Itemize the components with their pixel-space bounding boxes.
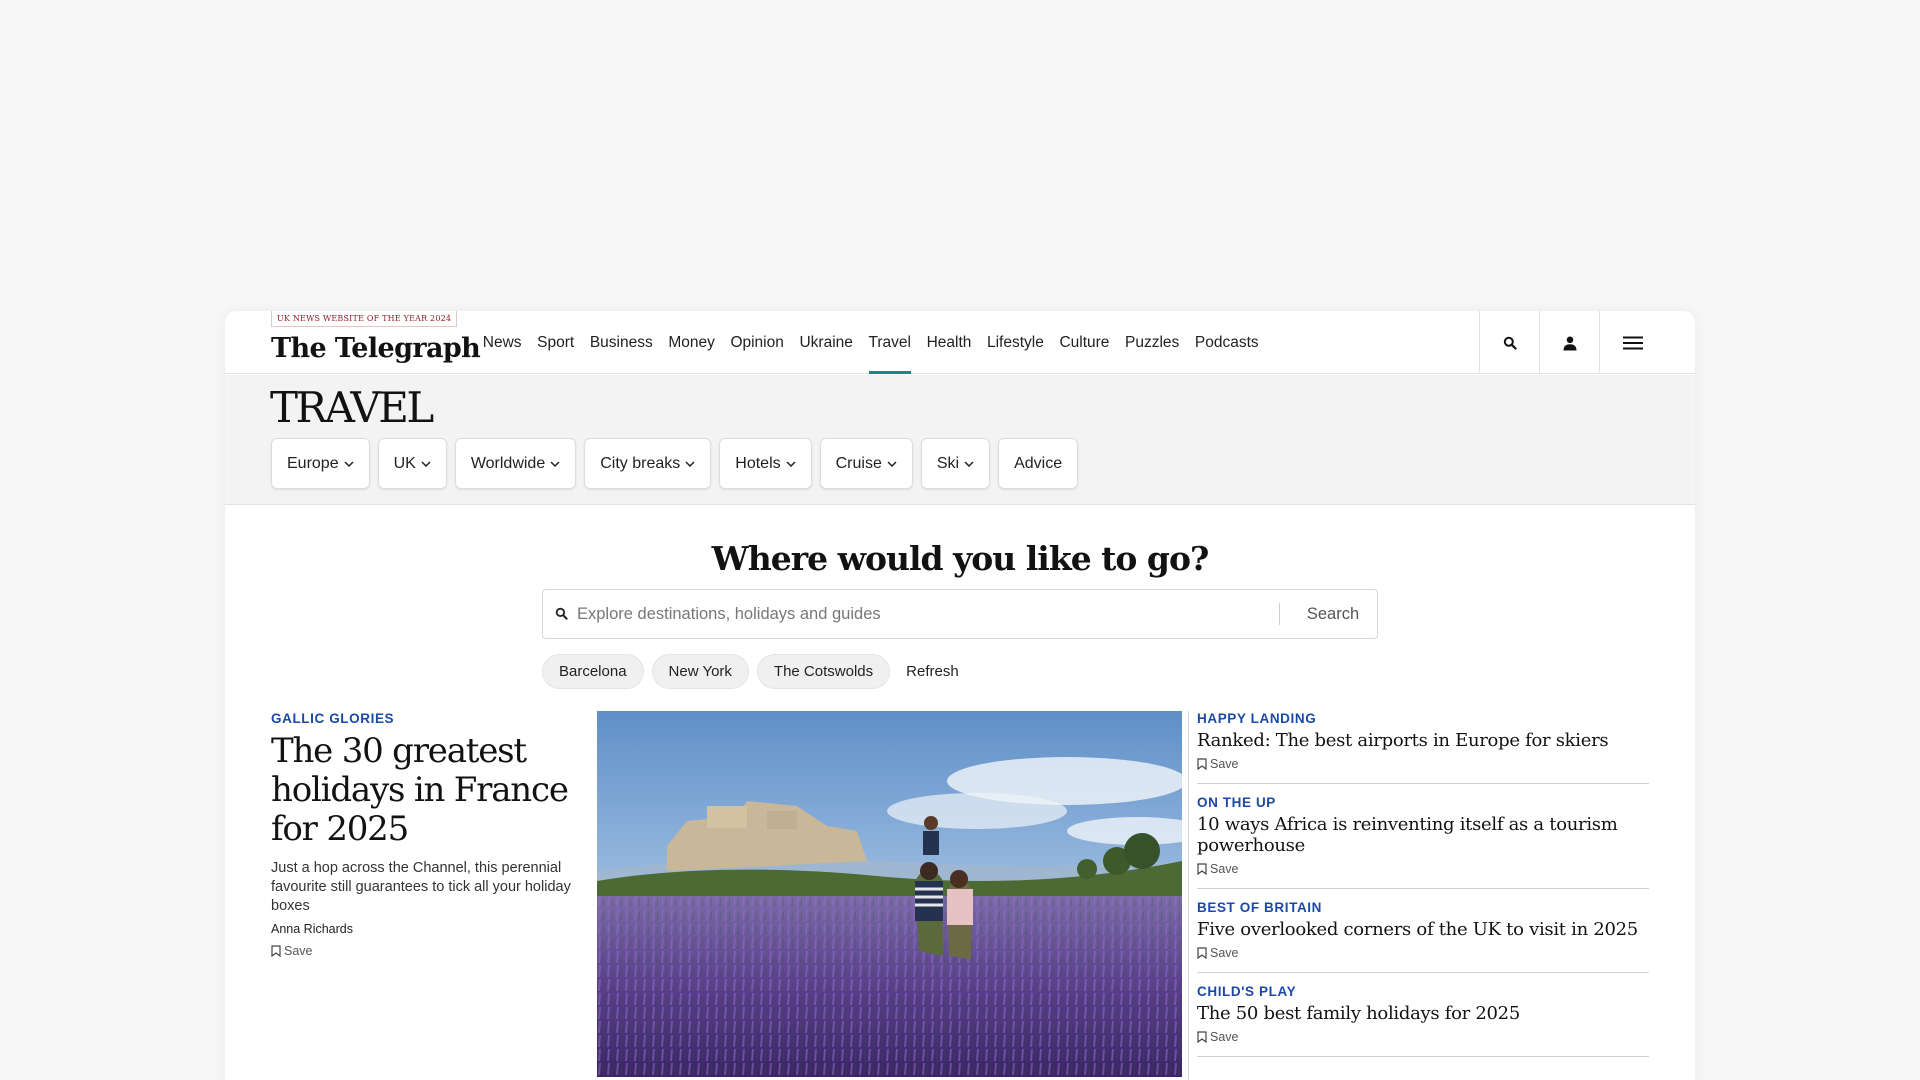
side-story: ON THE UP 10 ways Africa is reinventing …	[1197, 795, 1649, 889]
subnav-uk[interactable]: UK	[377, 438, 447, 489]
nav-item-lifestyle[interactable]: Lifestyle	[979, 311, 1051, 374]
side-story-headline[interactable]: 10 ways Africa is reinventing itself as …	[1197, 814, 1649, 856]
chevron-down-icon	[964, 460, 974, 467]
chevron-down-icon	[550, 460, 560, 467]
lavender-field-photo	[597, 711, 1182, 1077]
search-input[interactable]	[577, 590, 1277, 638]
side-story-headline[interactable]: Ranked: The best airports in Europe for …	[1197, 730, 1649, 751]
search-icon	[555, 607, 568, 620]
story-kicker: CHILD'S PLAY	[1197, 984, 1297, 999]
subnav-label: Ski	[936, 455, 960, 472]
subnav-label: Worldwide	[470, 455, 546, 472]
suggestion-chip-cotswolds[interactable]: The Cotswolds	[756, 654, 891, 689]
subnav-label: UK	[393, 455, 416, 472]
search-divider	[1279, 603, 1280, 625]
column-divider	[1188, 711, 1189, 1080]
suggestion-chip-barcelona[interactable]: Barcelona	[542, 654, 644, 689]
subnav-advice[interactable]: Advice	[998, 438, 1079, 489]
telegraph-logo[interactable]: The Telegraph	[271, 333, 481, 364]
search-button[interactable]	[1479, 311, 1539, 374]
bookmark-icon	[1197, 1031, 1207, 1043]
bookmark-icon	[1197, 863, 1207, 875]
save-label: Save	[1210, 862, 1239, 876]
nav-item-health[interactable]: Health	[919, 311, 979, 374]
bookmark-icon	[1197, 947, 1207, 959]
subnav-label: Advice	[1014, 455, 1063, 472]
section-header: TRAVEL Europe UK Worldwide City breaks H…	[225, 375, 1695, 505]
section-title: TRAVEL	[270, 383, 434, 432]
bookmark-icon	[1197, 758, 1207, 770]
side-story-headline[interactable]: The 50 best family holidays for 2025	[1197, 1003, 1649, 1024]
subnav-europe[interactable]: Europe	[271, 438, 370, 489]
search-headline: Where would you like to go?	[711, 539, 1210, 578]
save-button[interactable]: Save	[271, 944, 586, 958]
lead-story: GALLIC GLORIES The 30 greatest holidays …	[271, 711, 586, 958]
subnav-label: City breaks	[600, 455, 681, 472]
menu-icon	[1622, 336, 1643, 349]
subnav-cruise[interactable]: Cruise	[819, 438, 913, 489]
nav-item-news[interactable]: News	[475, 311, 529, 374]
save-label: Save	[1210, 946, 1239, 960]
lead-story-headline[interactable]: The 30 greatest holidays in France for 2…	[271, 732, 586, 849]
subnav-worldwide[interactable]: Worldwide	[454, 438, 577, 489]
chevron-down-icon	[344, 460, 354, 467]
menu-button[interactable]	[1599, 311, 1665, 374]
page-card: UK NEWS WEBSITE OF THE YEAR 2024 The Tel…	[225, 311, 1695, 1080]
chevron-down-icon	[786, 460, 796, 467]
bookmark-icon	[271, 945, 281, 957]
lead-story-author[interactable]: Anna Richards	[271, 922, 586, 936]
save-button[interactable]: Save	[1197, 862, 1649, 876]
lead-story-summary: Just a hop across the Channel, this pere…	[271, 860, 571, 914]
story-kicker: GALLIC GLORIES	[271, 711, 395, 726]
section-subnav: Europe UK Worldwide City breaks Hotels C…	[271, 438, 1079, 489]
main-nav: News Sport Business Money Opinion Ukrain…	[475, 311, 1266, 374]
chevron-down-icon	[421, 460, 431, 467]
subnav-label: Europe	[287, 455, 339, 472]
nav-item-culture[interactable]: Culture	[1052, 311, 1118, 374]
chevron-down-icon	[887, 460, 897, 467]
chevron-down-icon	[685, 460, 695, 467]
suggestion-chip-new-york[interactable]: New York	[651, 654, 749, 689]
account-button[interactable]	[1539, 311, 1599, 374]
suggestion-chips: Barcelona New York The Cotswolds Refresh	[542, 654, 967, 689]
top-navigation-bar: UK NEWS WEBSITE OF THE YEAR 2024 The Tel…	[225, 311, 1695, 374]
subnav-city-breaks[interactable]: City breaks	[584, 438, 712, 489]
subnav-hotels[interactable]: Hotels	[719, 438, 812, 489]
award-banner: UK NEWS WEBSITE OF THE YEAR 2024	[271, 311, 458, 327]
save-label: Save	[1210, 1030, 1239, 1044]
nav-item-puzzles[interactable]: Puzzles	[1117, 311, 1187, 374]
search-submit-button[interactable]: Search	[1288, 590, 1378, 638]
save-button[interactable]: Save	[1197, 1030, 1649, 1044]
subnav-label: Hotels	[735, 455, 781, 472]
nav-item-ukraine[interactable]: Ukraine	[792, 311, 861, 374]
lead-story-image[interactable]	[597, 711, 1182, 1077]
story-kicker: BEST OF BRITAIN	[1197, 900, 1322, 915]
refresh-suggestions-button[interactable]: Refresh	[898, 654, 967, 689]
save-label: Save	[284, 944, 313, 958]
side-story: BEST OF BRITAIN Five overlooked corners …	[1197, 900, 1649, 973]
subnav-label: Cruise	[835, 455, 882, 472]
search-icon	[1503, 336, 1517, 350]
side-story-headline[interactable]: Five overlooked corners of the UK to vis…	[1197, 919, 1649, 940]
nav-item-podcasts[interactable]: Podcasts	[1187, 311, 1266, 374]
nav-item-sport[interactable]: Sport	[529, 311, 582, 374]
nav-item-travel[interactable]: Travel	[861, 311, 919, 374]
nav-item-business[interactable]: Business	[582, 311, 661, 374]
side-story: HAPPY LANDING Ranked: The best airports …	[1197, 711, 1649, 784]
subnav-ski[interactable]: Ski	[920, 438, 991, 489]
save-button[interactable]: Save	[1197, 946, 1649, 960]
side-story: CHILD'S PLAY The 50 best family holidays…	[1197, 984, 1649, 1057]
destination-search-box: Search	[542, 589, 1378, 639]
save-button[interactable]: Save	[1197, 757, 1649, 771]
save-label: Save	[1210, 757, 1239, 771]
story-kicker: ON THE UP	[1197, 795, 1276, 810]
side-story-list: HAPPY LANDING Ranked: The best airports …	[1197, 711, 1649, 1068]
story-kicker: HAPPY LANDING	[1197, 711, 1317, 726]
nav-item-money[interactable]: Money	[661, 311, 723, 374]
account-icon	[1563, 336, 1576, 350]
nav-item-opinion[interactable]: Opinion	[723, 311, 792, 374]
